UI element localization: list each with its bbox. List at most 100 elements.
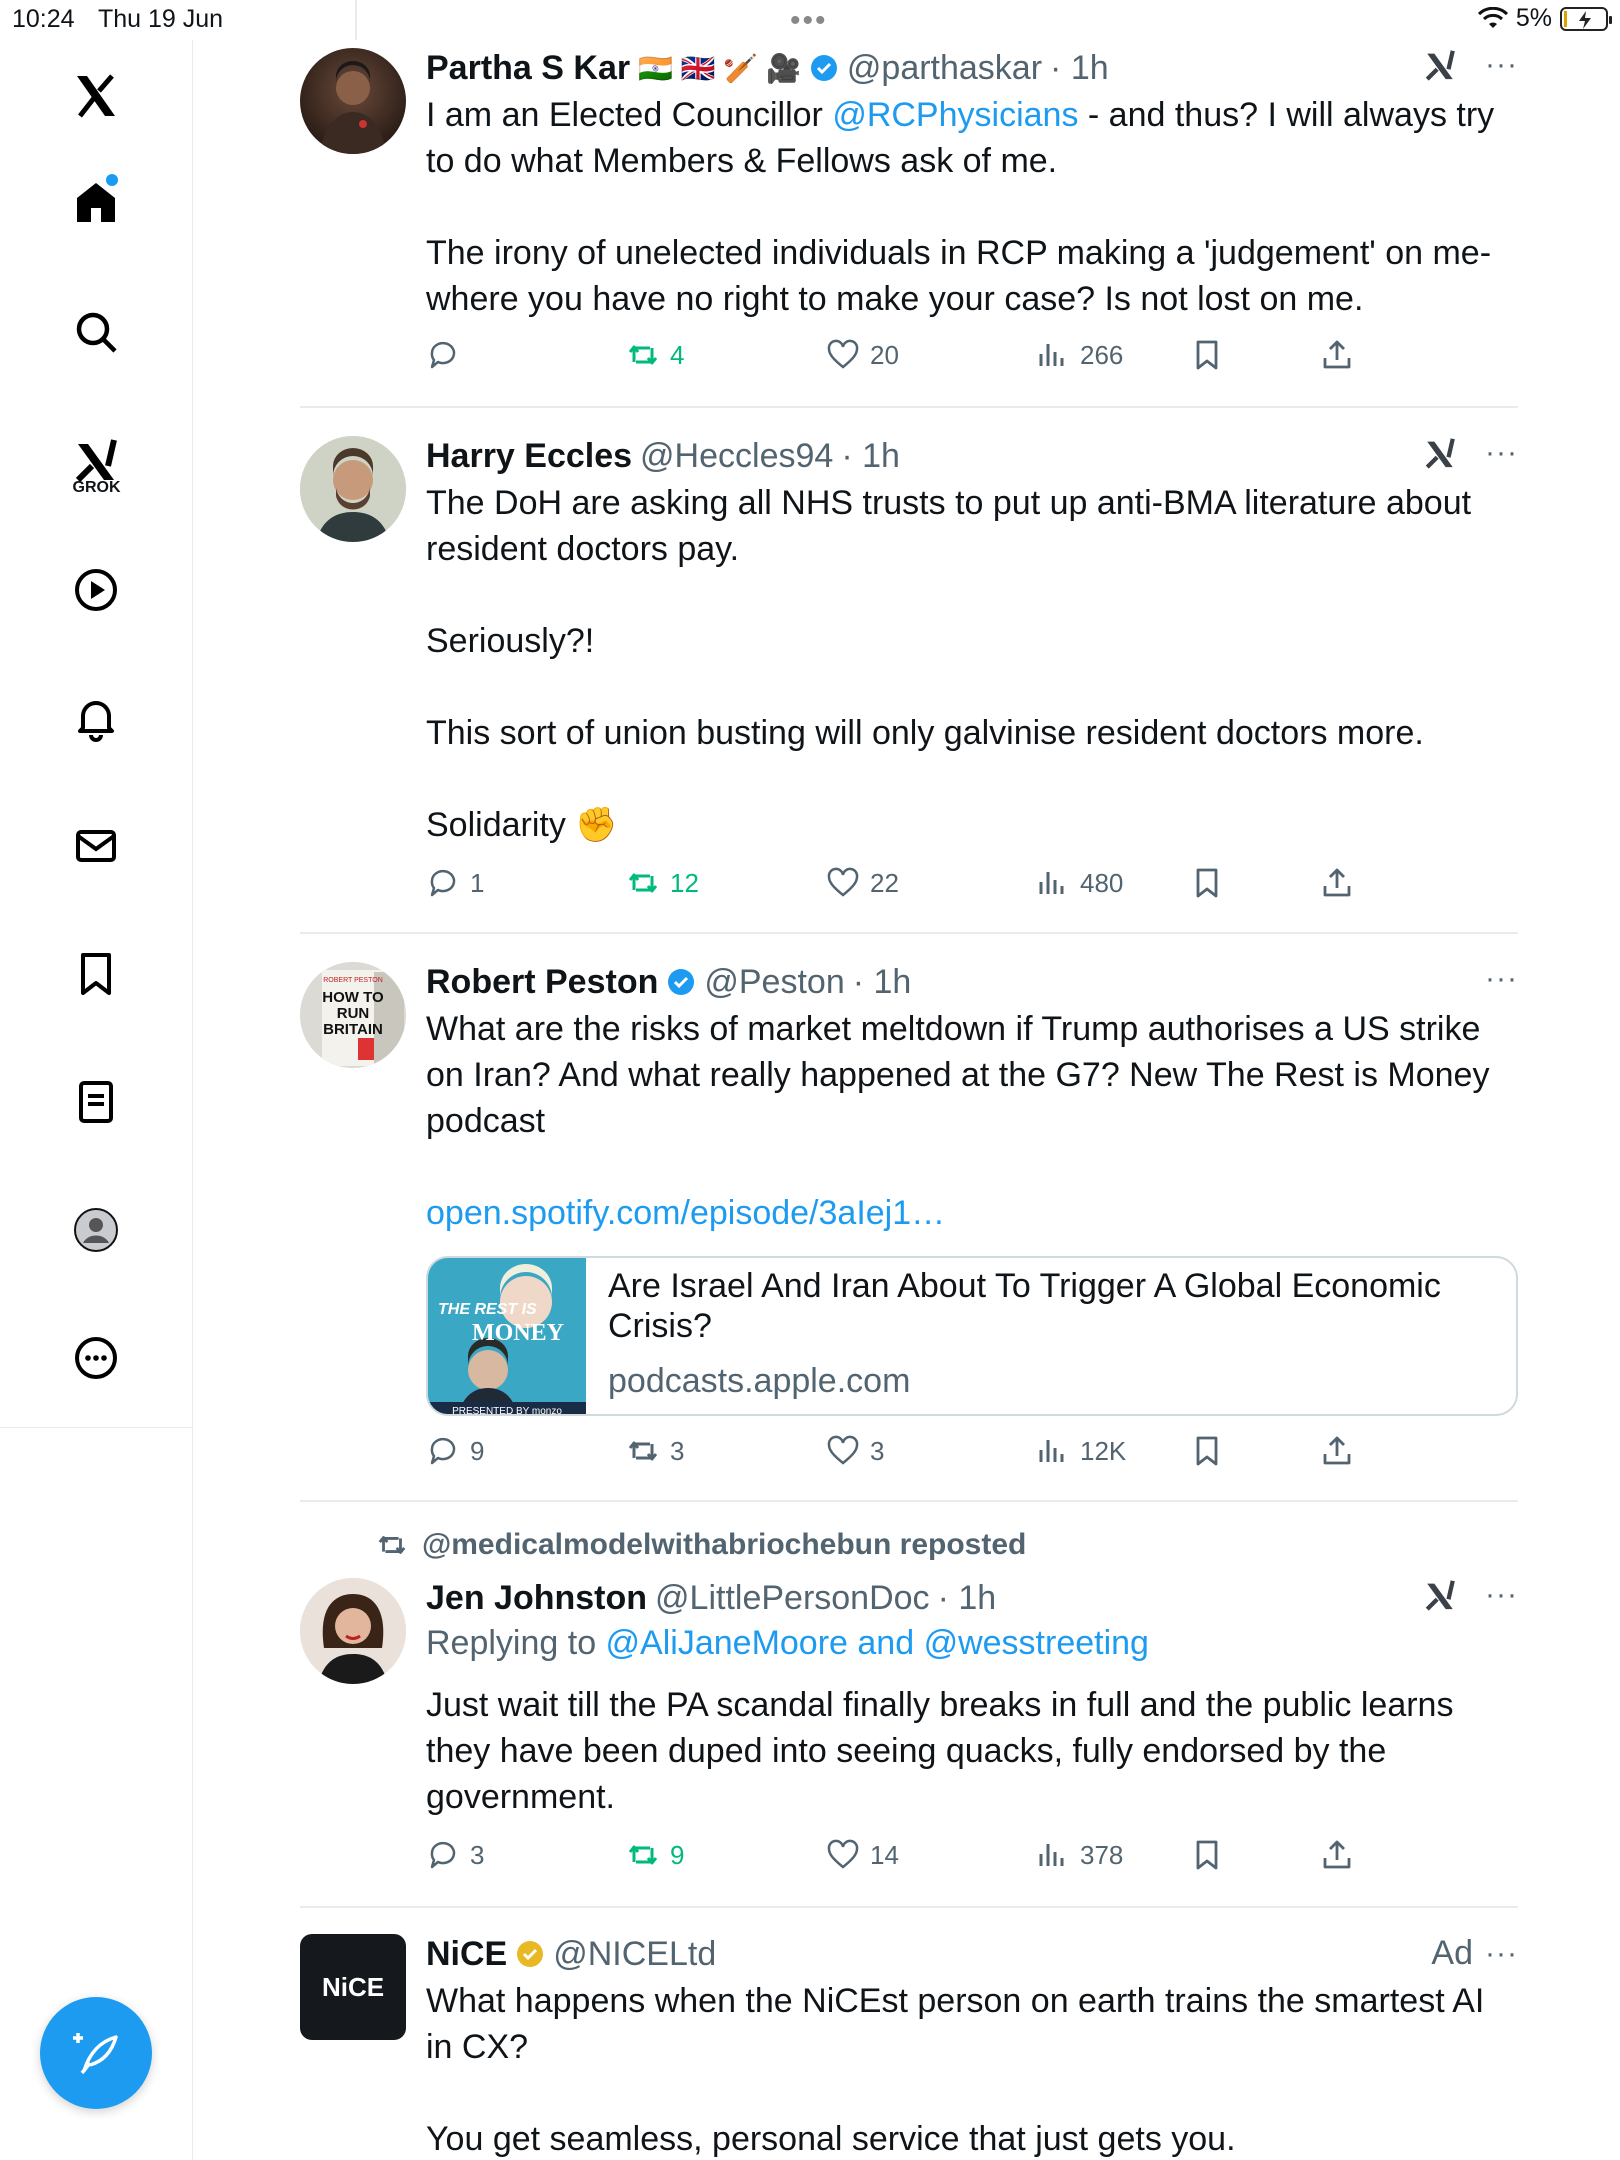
share-button[interactable]	[1320, 338, 1354, 372]
avatar[interactable]: NiCE	[300, 1934, 406, 2040]
sidebar-item-home[interactable]	[60, 166, 132, 238]
reply-button[interactable]: 9	[426, 1434, 484, 1468]
mention-link[interactable]: @RCPhysicians	[832, 96, 1078, 134]
more-options-icon[interactable]: ···	[1485, 962, 1518, 996]
mail-icon	[76, 830, 116, 862]
grok-icon[interactable]	[1423, 436, 1457, 470]
author-name[interactable]: Robert Peston	[426, 963, 658, 1002]
author-handle[interactable]: @Peston	[704, 963, 844, 1002]
share-icon	[1323, 340, 1351, 369]
post-actions: 9 3 3 12K	[426, 1434, 1426, 1474]
bookmark-button[interactable]	[1190, 1838, 1224, 1872]
grok-icon[interactable]	[1423, 48, 1457, 82]
post-time[interactable]: · 1h	[1050, 49, 1109, 88]
svg-text:RUN: RUN	[337, 1005, 370, 1022]
share-icon	[1323, 1436, 1351, 1465]
reply-button[interactable]: 3	[426, 1838, 484, 1872]
replying-to-link[interactable]: @AliJaneMoore and @wesstreeting	[606, 1624, 1149, 1662]
avatar[interactable]: ROBERT PESTON HOW TO RUN BRITAIN	[300, 962, 406, 1068]
more-options-icon[interactable]: ···	[1485, 1937, 1518, 1971]
author-name[interactable]: Partha S Kar	[426, 49, 630, 88]
list-icon	[79, 1081, 113, 1123]
post[interactable]: Harry Eccles @Heccles94 · 1h ··· The DoH…	[300, 436, 1518, 906]
more-options-icon[interactable]: ···	[1485, 48, 1518, 82]
grok-icon[interactable]	[1423, 1578, 1457, 1612]
sidebar-item-more[interactable]	[60, 1322, 132, 1394]
post[interactable]: ROBERT PESTON HOW TO RUN BRITAIN Robert Pes…	[300, 962, 1518, 1502]
author-name[interactable]: NiCE	[426, 1935, 507, 1974]
repost-button[interactable]: 3	[626, 1434, 684, 1468]
post-header: Partha S Kar 🇮🇳 🇬🇧 🏏 🎥 @parthaskar · 1h	[426, 48, 1109, 88]
repost-context[interactable]: @medicalmodelwithabriochebun reposted	[376, 1528, 1026, 1562]
multitasking-dots-icon[interactable]: •••	[790, 4, 828, 38]
bell-icon	[78, 701, 114, 742]
author-handle[interactable]: @Heccles94	[640, 437, 833, 476]
reply-button[interactable]	[426, 338, 470, 372]
reply-icon	[430, 869, 456, 897]
more-options-icon[interactable]: ···	[1485, 436, 1518, 470]
author-name-emojis: 🇮🇳 🇬🇧 🏏 🎥	[638, 52, 801, 84]
author-handle[interactable]: @NICELtd	[553, 1935, 716, 1974]
author-handle[interactable]: @LittlePersonDoc	[655, 1579, 930, 1618]
grok-label: GROK	[72, 479, 121, 496]
heart-icon	[827, 1839, 859, 1869]
link-card[interactable]: THE REST IS MONEY PRESENTED BY monzo Are I…	[426, 1256, 1518, 1416]
post-tools: ···	[1423, 1578, 1518, 1612]
sidebar-item-notifications[interactable]	[60, 682, 132, 754]
post-header: NiCE @NICELtd	[426, 1934, 716, 1974]
post-time[interactable]: · 1h	[853, 963, 912, 1002]
avatar[interactable]	[300, 1578, 406, 1684]
repost-button[interactable]: 4	[626, 338, 684, 372]
like-button[interactable]: 20	[826, 338, 899, 372]
like-button[interactable]: 22	[826, 866, 899, 900]
share-icon	[1323, 1840, 1351, 1869]
avatar-book-cover: ROBERT PESTON HOW TORUNBRITAIN	[300, 962, 406, 1068]
like-button[interactable]: 3	[826, 1434, 884, 1468]
grok-icon	[75, 439, 117, 483]
author-handle[interactable]: @parthaskar	[847, 49, 1042, 88]
post-text: What happens when the NiCEst person on e…	[426, 1982, 1485, 2158]
author-name[interactable]: Jen Johnston	[426, 1579, 647, 1618]
sidebar-item-lists[interactable]	[60, 1066, 132, 1138]
post-text: The DoH are asking all NHS trusts to put…	[426, 484, 1472, 844]
sidebar-item-explore[interactable]	[60, 296, 132, 368]
heart-icon	[827, 867, 859, 897]
status-right: 5%	[1477, 4, 1612, 33]
views-button[interactable]: 480	[1036, 866, 1123, 900]
sidebar-item-messages[interactable]	[60, 810, 132, 882]
repost-button[interactable]: 9	[626, 1838, 684, 1872]
post[interactable]: @medicalmodelwithabriochebun reposted Je…	[300, 1528, 1518, 1908]
post-tools: ···	[1485, 962, 1518, 996]
bookmark-button[interactable]	[1190, 1434, 1224, 1468]
post-time[interactable]: · 1h	[938, 1579, 997, 1618]
views-button[interactable]: 12K	[1036, 1434, 1126, 1468]
views-button[interactable]: 266	[1036, 338, 1123, 372]
avatar[interactable]	[300, 48, 406, 154]
repost-button[interactable]: 12	[626, 866, 699, 900]
sidebar-item-videos[interactable]	[60, 554, 132, 626]
share-button[interactable]	[1320, 866, 1354, 900]
post[interactable]: Partha S Kar 🇮🇳 🇬🇧 🏏 🎥 @parthaskar · 1h …	[300, 48, 1518, 378]
share-button[interactable]	[1320, 1434, 1354, 1468]
bookmark-button[interactable]	[1190, 866, 1224, 900]
post-time[interactable]: · 1h	[841, 437, 900, 476]
post-ad[interactable]: NiCE NiCE @NICELtd Ad ··· What happens w…	[300, 1934, 1518, 2160]
author-name[interactable]: Harry Eccles	[426, 437, 632, 476]
compose-button[interactable]	[40, 1997, 152, 2109]
sidebar-item-bookmarks[interactable]	[60, 938, 132, 1010]
more-options-icon[interactable]: ···	[1485, 1578, 1518, 1612]
views-button[interactable]: 378	[1036, 1838, 1123, 1872]
avatar-photo	[300, 436, 406, 542]
avatar-photo	[300, 1578, 406, 1684]
like-button[interactable]: 14	[826, 1838, 899, 1872]
sidebar-item-profile[interactable]	[60, 1194, 132, 1266]
reply-button[interactable]: 1	[426, 866, 484, 900]
verified-badge-icon	[668, 969, 695, 995]
avatar[interactable]	[300, 436, 406, 542]
x-logo-icon[interactable]	[60, 60, 132, 132]
bookmark-button[interactable]	[1190, 338, 1224, 372]
post-header: Jen Johnston @LittlePersonDoc · 1h	[426, 1578, 996, 1618]
verified-badge-icon	[810, 55, 837, 81]
spotify-link[interactable]: open.spotify.com/episode/3aIej1…	[426, 1190, 1516, 1236]
share-button[interactable]	[1320, 1838, 1354, 1872]
